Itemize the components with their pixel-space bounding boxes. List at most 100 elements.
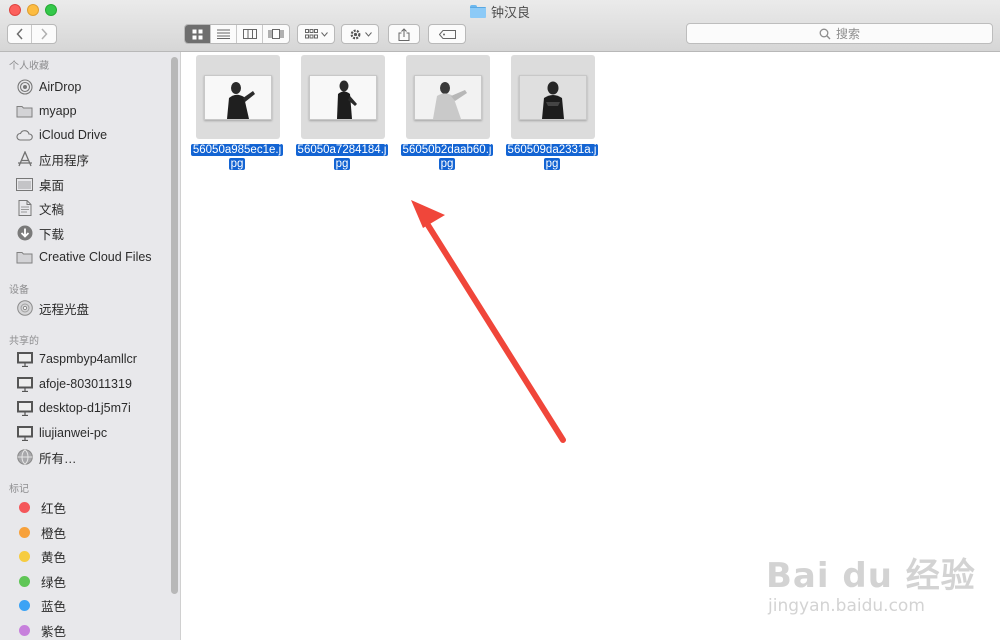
file-name[interactable]: 56050a985ec1e.j pg <box>185 143 289 171</box>
cover-flow-button[interactable] <box>263 25 289 43</box>
tag-dot-icon <box>19 575 30 587</box>
file-name[interactable]: 56050b2daab60.j pg <box>395 143 499 171</box>
file-thumbnail <box>511 55 595 139</box>
sidebar-tag-green[interactable]: 绿色 <box>16 570 66 592</box>
sidebar-item-shared-computer[interactable]: afoje-803011319 <box>16 373 132 395</box>
file-name[interactable]: 560509da2331a.j pg <box>500 143 604 171</box>
sidebar-item-label: 紫色 <box>41 624 67 639</box>
sidebar-tag-orange[interactable]: 橙色 <box>16 521 66 543</box>
folder-icon <box>16 103 33 120</box>
sidebar-item-label: myapp <box>39 104 77 118</box>
sidebar-tag-blue[interactable]: 蓝色 <box>16 594 66 616</box>
sidebar-item-label: AirDrop <box>39 80 82 94</box>
file-thumbnail <box>406 55 490 139</box>
document-icon <box>16 200 33 217</box>
sidebar-item-downloads[interactable]: 下载 <box>16 222 64 244</box>
sidebar-item-myapp[interactable]: myapp <box>16 100 77 122</box>
action-group <box>341 24 379 44</box>
sidebar: 个人收藏 AirDrop myapp iCloud Drive 应用程序 桌面 <box>0 52 181 640</box>
baidu-jingyan-watermark: Bai du 经验 jingyan.baidu.com <box>766 540 986 630</box>
photo-thumbnail-image <box>414 75 482 120</box>
sidebar-item-all-shared[interactable]: 所有… <box>16 446 77 468</box>
sidebar-tag-yellow[interactable]: 黄色 <box>16 545 66 567</box>
computer-icon <box>16 376 33 393</box>
tags-header: 标记 <box>9 484 29 495</box>
window-title: 钟汉良 <box>470 3 531 20</box>
share-icon <box>398 27 410 41</box>
tag-icon <box>438 29 456 39</box>
sidebar-item-remote-disc[interactable]: 远程光盘 <box>16 297 89 319</box>
sidebar-item-label: liujianwei-pc <box>39 426 108 440</box>
sidebar-item-desktop[interactable]: 桌面 <box>16 173 64 195</box>
disc-icon <box>16 300 33 317</box>
forward-button[interactable] <box>32 25 56 43</box>
column-view-button[interactable] <box>237 25 263 43</box>
tag-dot-icon <box>19 526 30 538</box>
tag-dot-icon <box>19 624 30 636</box>
sidebar-item-icloud-drive[interactable]: iCloud Drive <box>16 124 107 146</box>
chevron-left-icon <box>15 28 23 40</box>
sidebar-item-airdrop[interactable]: AirDrop <box>16 76 81 98</box>
sidebar-item-creative-cloud-files[interactable]: Creative Cloud Files <box>16 246 152 268</box>
zoom-window-button[interactable] <box>45 4 57 16</box>
navigation-group <box>7 24 57 44</box>
computer-icon <box>16 425 33 442</box>
sidebar-item-label: 黄色 <box>41 550 67 565</box>
gear-icon <box>350 29 360 39</box>
sidebar-item-label: 红色 <box>41 501 67 516</box>
sidebar-tag-red[interactable]: 红色 <box>16 496 66 518</box>
cover-flow-icon <box>268 29 284 39</box>
minimize-window-button[interactable] <box>27 4 39 16</box>
download-icon <box>16 225 33 242</box>
tag-dot-icon <box>19 599 30 611</box>
search-icon <box>819 28 831 39</box>
sidebar-item-applications[interactable]: 应用程序 <box>16 148 89 170</box>
share-button[interactable] <box>389 25 419 43</box>
watermark-main-text: Bai du 经验 <box>766 556 976 596</box>
sidebar-item-documents[interactable]: 文稿 <box>16 197 64 219</box>
arrange-button[interactable] <box>298 25 334 43</box>
photo-thumbnail-image <box>204 75 272 120</box>
globe-icon <box>16 449 33 466</box>
favorites-header: 个人收藏 <box>9 61 49 72</box>
airdrop-icon <box>16 79 33 96</box>
search-input[interactable]: 搜索 <box>686 23 993 44</box>
sidebar-item-label: 所有… <box>39 451 77 466</box>
watermark-sub-text: jingyan.baidu.com <box>768 596 925 616</box>
sidebar-item-shared-computer[interactable]: liujianwei-pc <box>16 422 107 444</box>
title-toolbar: 钟汉良 搜索 <box>0 0 1000 52</box>
cloud-icon <box>16 127 33 144</box>
desktop-icon <box>16 176 33 193</box>
sidebar-item-shared-computer[interactable]: 7aspmbyp4amllcr <box>16 348 137 370</box>
sidebar-item-label: 7aspmbyp4amllcr <box>39 352 137 366</box>
sidebar-item-shared-computer[interactable]: desktop-d1j5m7i <box>16 397 131 419</box>
photo-thumbnail-image <box>519 75 587 120</box>
computer-icon <box>16 351 33 368</box>
chevron-right-icon <box>41 28 48 40</box>
edit-tags-button[interactable] <box>429 25 465 43</box>
close-window-button[interactable] <box>9 4 21 16</box>
sidebar-scrollbar[interactable] <box>171 57 178 594</box>
sidebar-item-label: Creative Cloud Files <box>39 250 152 264</box>
sidebar-item-label: afoje-803011319 <box>39 377 132 391</box>
file-name[interactable]: 56050a7284184.j pg <box>290 143 394 171</box>
sidebar-item-label: 文稿 <box>39 202 65 217</box>
action-button[interactable] <box>342 25 378 43</box>
computer-icon <box>16 400 33 417</box>
icon-view-button[interactable] <box>185 25 211 43</box>
arrange-group <box>297 24 335 44</box>
list-icon <box>217 29 230 39</box>
list-view-button[interactable] <box>211 25 237 43</box>
folder-icon <box>470 5 486 18</box>
sidebar-tag-purple[interactable]: 紫色 <box>16 619 66 640</box>
tag-dot-icon <box>19 501 30 513</box>
sidebar-item-label: 桌面 <box>39 178 65 193</box>
window-title-text: 钟汉良 <box>491 4 531 20</box>
chevron-down-icon <box>320 31 328 37</box>
sidebar-item-label: 绿色 <box>41 575 67 590</box>
back-button[interactable] <box>8 25 32 43</box>
folder-icon <box>16 249 33 266</box>
tag-dot-icon <box>19 550 30 562</box>
arrange-grid-icon <box>304 29 318 39</box>
sidebar-item-label: 下载 <box>39 227 65 242</box>
